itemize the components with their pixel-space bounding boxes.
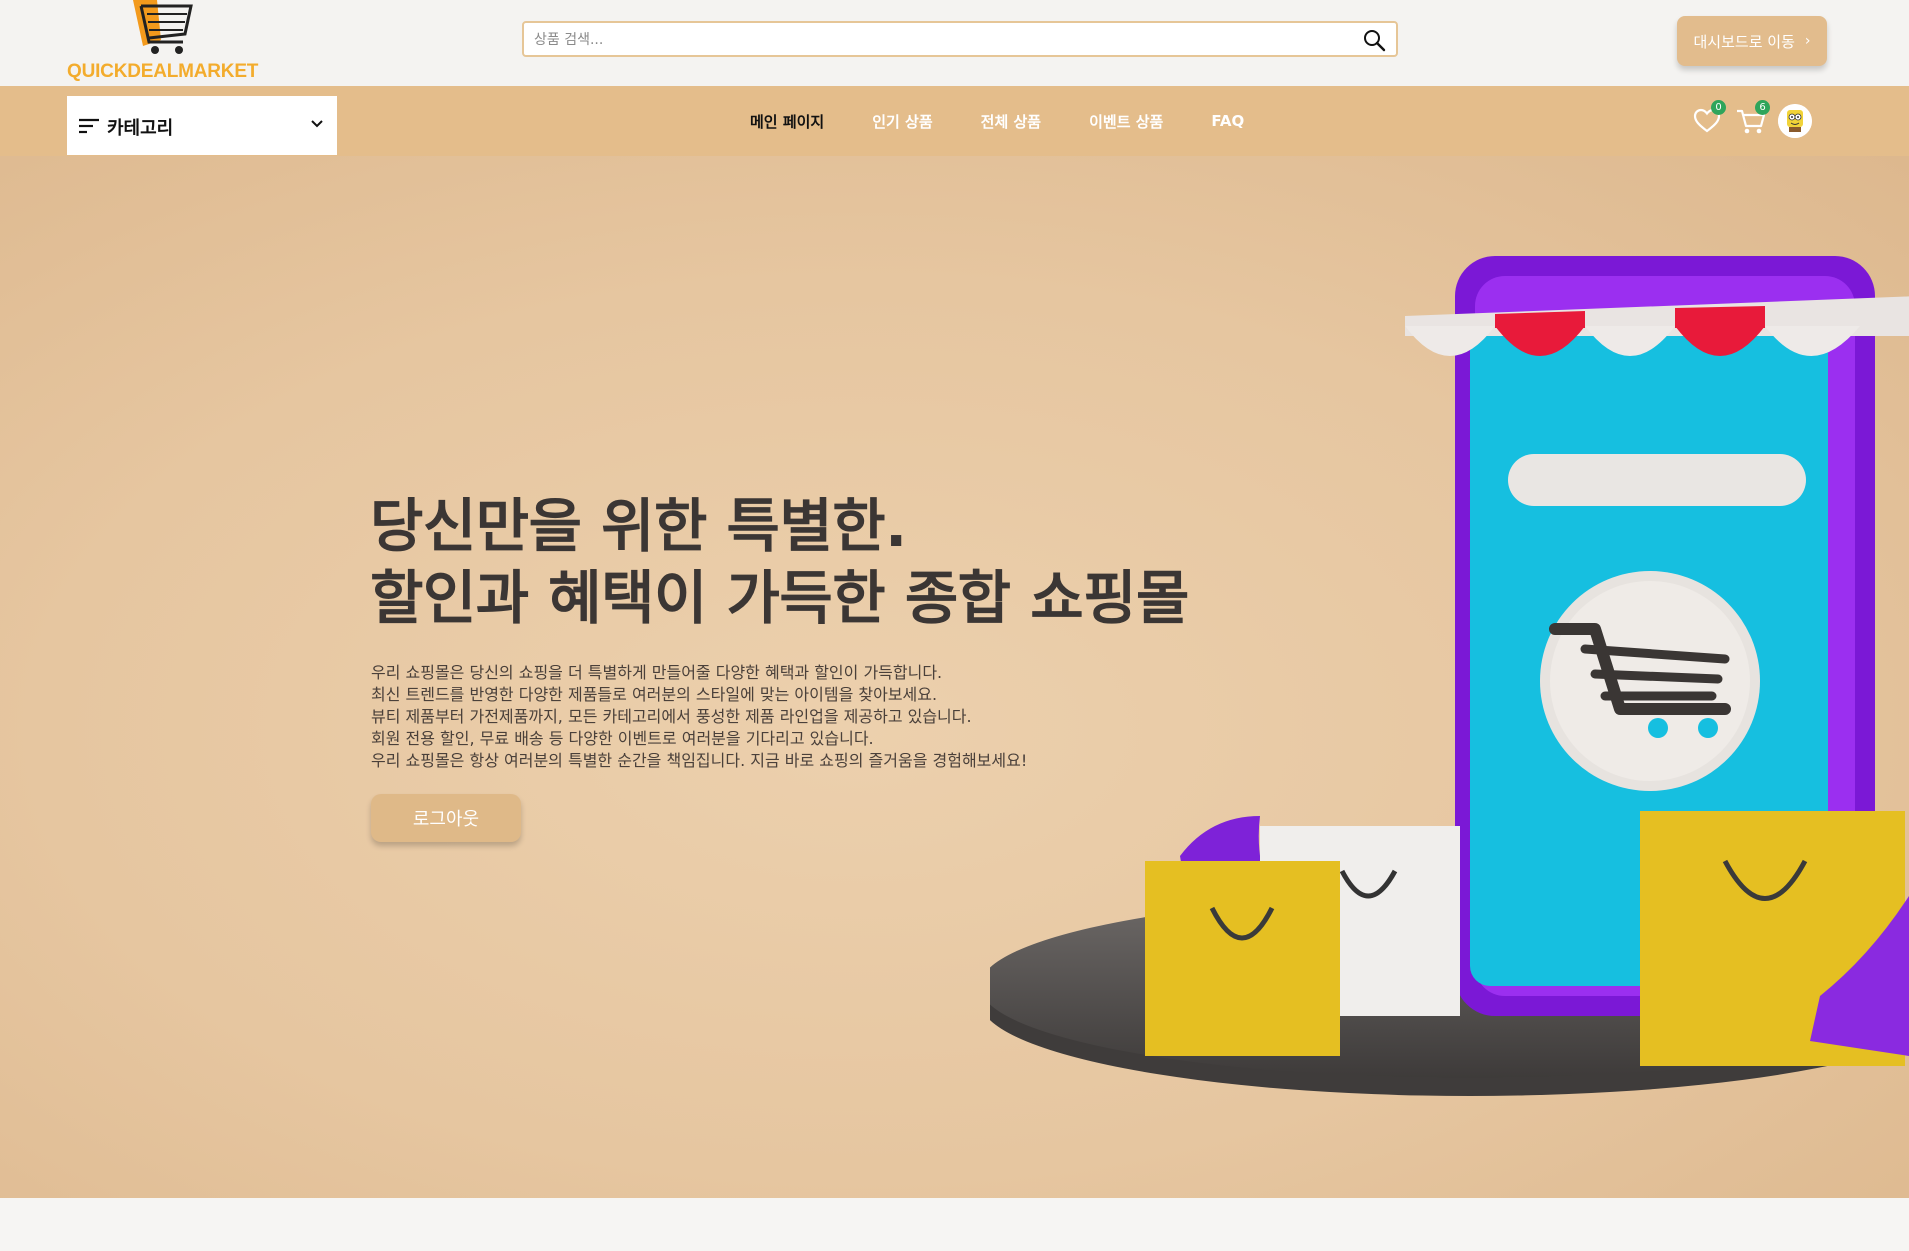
search-input[interactable] <box>532 23 1356 57</box>
main-nav: 메인 페이지 인기 상품 전체 상품 이벤트 상품 FAQ <box>750 86 1292 156</box>
hero-desc-line: 뷰티 제품부터 가전제품까지, 모든 카테고리에서 풍성한 제품 라인업을 제공… <box>371 707 972 726</box>
hero-banner: 당신만을 위한 특별한. 할인과 혜택이 가득한 종합 쇼핑몰 우리 쇼핑몰은 … <box>0 156 1909 1198</box>
nav-link-events[interactable]: 이벤트 상품 <box>1089 111 1163 132</box>
cart-count-badge: 6 <box>1755 100 1770 115</box>
chevron-right-icon: › <box>1804 33 1811 49</box>
hero-description: 우리 쇼핑몰은 당신의 쇼핑을 더 특별하게 만들어줄 다양한 혜택과 할인이 … <box>371 662 1027 772</box>
dashboard-button-label: 대시보드로 이동 <box>1693 32 1795 51</box>
wishlist-button[interactable]: 0 <box>1690 100 1726 138</box>
wishlist-count-badge: 0 <box>1711 100 1726 115</box>
shopping-phone-illustration <box>990 256 1909 1096</box>
hero-desc-line: 우리 쇼핑몰은 당신의 쇼핑을 더 특별하게 만들어줄 다양한 혜택과 할인이 … <box>371 663 943 682</box>
page-bottom-area <box>0 1198 1909 1251</box>
nav-link-faq[interactable]: FAQ <box>1211 112 1244 130</box>
shopping-cart-logo-icon <box>133 0 193 54</box>
category-dropdown[interactable]: 카테고리 <box>67 96 337 155</box>
user-actions: 0 6 <box>1690 100 1820 138</box>
nav-link-all-products[interactable]: 전체 상품 <box>981 111 1041 132</box>
top-header: QUICKDEALMARKET 대시보드로 이동 › <box>0 0 1909 86</box>
avatar-image <box>1778 104 1812 138</box>
nav-bar: 카테고리 메인 페이지 인기 상품 전체 상품 이벤트 상품 FAQ 0 6 <box>0 86 1909 156</box>
logo-text: QUICKDEALMARKET <box>67 61 259 82</box>
category-label: 카테고리 <box>107 118 174 139</box>
chevron-down-icon <box>311 120 323 128</box>
hero-desc-line: 회원 전용 할인, 무료 배송 등 다양한 이벤트로 여러분을 기다리고 있습니… <box>371 729 874 748</box>
search-bar <box>522 21 1398 57</box>
cart-button[interactable]: 6 <box>1734 100 1770 138</box>
search-icon[interactable] <box>1362 28 1386 52</box>
logout-button[interactable]: 로그아웃 <box>371 794 521 842</box>
avatar[interactable] <box>1778 104 1812 138</box>
dashboard-button[interactable]: 대시보드로 이동 › <box>1677 16 1827 66</box>
hero-desc-line: 우리 쇼핑몰은 항상 여러분의 특별한 순간을 책임집니다. 지금 바로 쇼핑의… <box>371 751 1028 770</box>
nav-link-popular[interactable]: 인기 상품 <box>872 111 932 132</box>
nav-link-main[interactable]: 메인 페이지 <box>750 111 824 132</box>
site-logo[interactable]: QUICKDEALMARKET <box>67 0 259 86</box>
hero-desc-line: 최신 트렌드를 반영한 다양한 제품들로 여러분의 스타일에 맞는 아이템을 찾… <box>371 685 938 704</box>
menu-lines-icon <box>79 118 99 134</box>
